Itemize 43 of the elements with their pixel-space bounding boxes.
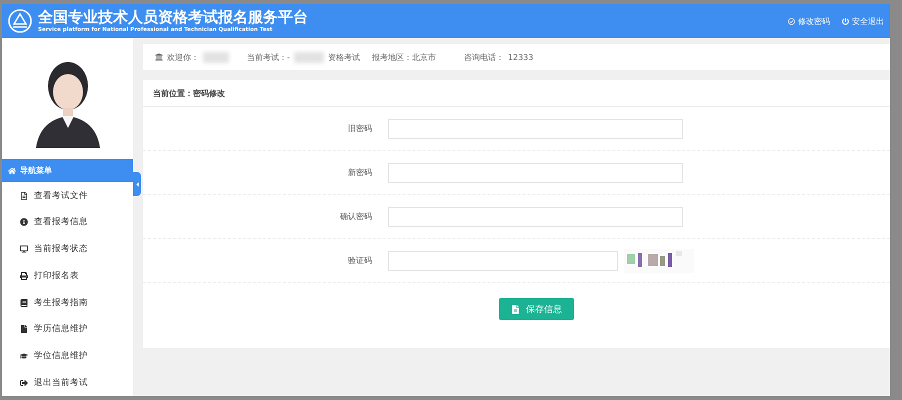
- phone-number: 12333: [508, 52, 534, 62]
- book-icon: [20, 298, 28, 307]
- bank-icon: [155, 53, 163, 61]
- blurred-text: [294, 52, 324, 62]
- nav-item[interactable]: 当前报考状态: [2, 236, 133, 262]
- exam-name: 资格考试: [328, 52, 360, 62]
- nav-item[interactable]: 打印报名表: [2, 262, 133, 290]
- file-icon: [20, 325, 28, 334]
- graduation-cap-icon: [20, 352, 28, 360]
- logo-icon: [8, 9, 32, 33]
- check-icon: [788, 18, 795, 24]
- site-title: 全国专业技术人员资格考试报名服务平台: [38, 8, 309, 26]
- nav-item[interactable]: 退出当前考试: [2, 369, 133, 396]
- field-label: 旧密码: [347, 123, 373, 134]
- field-label: 确认密码: [339, 211, 373, 222]
- field-label: 新密码: [347, 167, 373, 178]
- input-field[interactable]: [388, 206, 683, 226]
- exam-label: 当前考试：-: [247, 52, 290, 62]
- input-field[interactable]: [388, 162, 683, 182]
- blurred-text: [203, 52, 229, 62]
- field-label: 验证码: [347, 255, 373, 266]
- breadcrumb: 当前位置：密码修改: [153, 88, 225, 98]
- home-icon: [8, 166, 16, 175]
- nav-item[interactable]: 学位信息维护: [2, 342, 133, 370]
- caret-icon: [134, 180, 140, 188]
- nav-item[interactable]: 考生报考指南: [2, 289, 133, 316]
- input-field[interactable]: [388, 118, 683, 138]
- input-field[interactable]: [388, 250, 618, 270]
- nav-item[interactable]: 查看考试文件: [2, 182, 133, 210]
- printer-icon: [20, 272, 28, 280]
- nav-item[interactable]: 查看报考信息: [2, 209, 133, 236]
- nav-header: 导航菜单: [20, 165, 52, 176]
- nav-item[interactable]: 学历信息维护: [2, 316, 133, 343]
- monitor-icon: [20, 245, 28, 254]
- collapse-toggle[interactable]: [133, 172, 141, 196]
- exit-icon: [20, 378, 28, 387]
- document-icon: [20, 192, 28, 200]
- welcome-label: 欢迎你：: [167, 52, 199, 62]
- region-text: 报考地区：北京市: [372, 52, 436, 62]
- info-icon: [20, 218, 28, 226]
- file-icon: [511, 304, 520, 314]
- power-icon: [842, 18, 849, 24]
- phone-label: 咨询电话：: [464, 52, 504, 62]
